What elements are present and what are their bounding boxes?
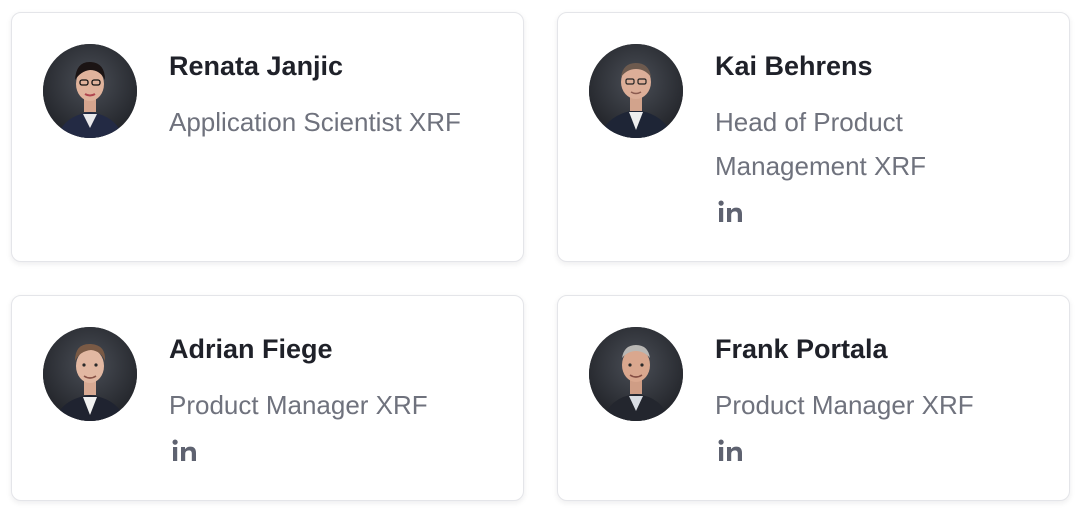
member-role: Product Manager XRF (169, 390, 428, 420)
portrait-image (589, 327, 683, 421)
member-name: Frank Portala (715, 334, 888, 364)
team-member-card: Frank Portala Product Manager XRF (557, 295, 1070, 501)
linkedin-icon[interactable] (718, 439, 744, 461)
linkedin-icon[interactable] (718, 200, 744, 222)
avatar (589, 44, 683, 138)
team-member-card: Renata Janjic Application Scientist XRF (11, 12, 524, 262)
portrait-image (589, 44, 683, 138)
member-name: Kai Behrens (715, 51, 873, 81)
member-name: Renata Janjic (169, 51, 344, 81)
member-role: Application Scientist XRF (169, 107, 461, 137)
team-member-card: Kai Behrens Head of Product Management X… (557, 12, 1070, 262)
member-role: Head of Product Management XRF (715, 107, 926, 181)
linkedin-icon[interactable] (172, 439, 198, 461)
portrait-image (43, 327, 137, 421)
avatar (43, 327, 137, 421)
portrait-image (43, 44, 137, 138)
member-name: Adrian Fiege (169, 334, 333, 364)
member-role: Product Manager XRF (715, 390, 974, 420)
avatar (43, 44, 137, 138)
avatar (589, 327, 683, 421)
team-member-card: Adrian Fiege Product Manager XRF (11, 295, 524, 501)
